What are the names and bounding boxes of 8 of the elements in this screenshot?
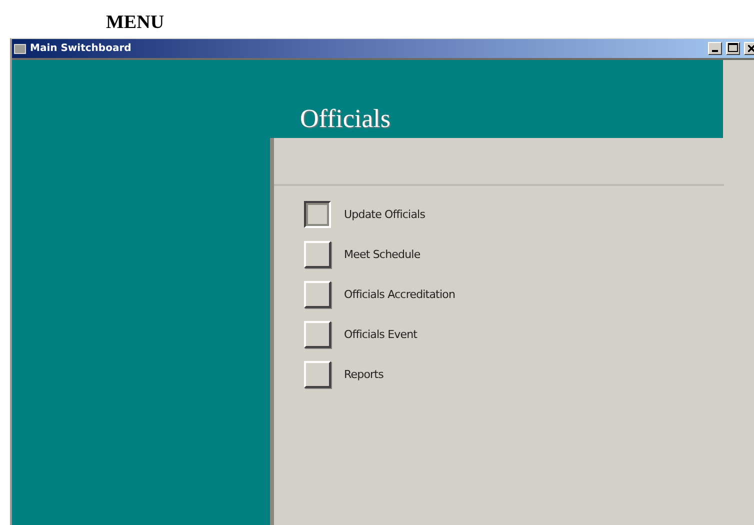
switchboard-item-label: Officials Accreditation [344, 288, 456, 301]
switchboard-item-label: Officials Event [344, 328, 418, 341]
switchboard-item-label: Meet Schedule [344, 248, 420, 261]
window-title: Main Switchboard [30, 43, 132, 54]
switchboard-item-label: Reports [344, 368, 384, 381]
switchboard-heading: Officials [300, 104, 390, 134]
switchboard-item-label: Update Officials [344, 208, 426, 221]
page-caption: MENU [106, 11, 164, 35]
